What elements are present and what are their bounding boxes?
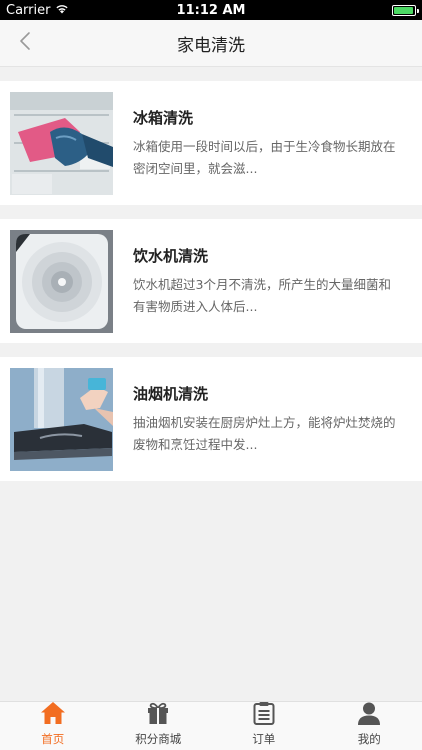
nav-bar: 家电清洗 [0,20,422,67]
gift-icon [146,701,170,729]
list-item[interactable]: 油烟机清洗 抽油烟机安装在厨房炉灶上方，能将炉灶焚烧的废物和烹饪过程中发... [0,357,422,481]
range-hood-photo [10,367,113,471]
item-title: 油烟机清洗 [133,384,209,403]
card-text: 冰箱清洗 冰箱使用一段时间以后，由于生冷食物长期放在密闭空间里，就会滋... [133,107,412,180]
tab-orders[interactable]: 订单 [211,702,317,750]
tab-mine[interactable]: 我的 [317,702,422,750]
home-icon [40,701,66,729]
back-button[interactable] [10,28,40,58]
item-title: 饮水机清洗 [133,246,209,265]
card-text: 油烟机清洗 抽油烟机安装在厨房炉灶上方，能将炉灶焚烧的废物和烹饪过程中发... [133,383,412,456]
tab-label: 订单 [252,732,276,746]
chevron-left-icon [19,31,31,55]
water-dispenser-photo [10,229,113,333]
tab-label: 我的 [357,732,381,746]
status-left: Carrier [6,3,69,18]
list-item[interactable]: 冰箱清洗 冰箱使用一段时间以后，由于生冷食物长期放在密闭空间里，就会滋... [0,81,422,205]
card-text: 饮水机清洗 饮水机超过3个月不清洗，所产生的大量细菌和有害物质进入人体后... [133,245,412,318]
tab-label: 积分商城 [135,732,182,746]
list-item[interactable]: 饮水机清洗 饮水机超过3个月不清洗，所产生的大量细菌和有害物质进入人体后... [0,219,422,343]
wifi-icon [55,3,69,18]
refrigerator-cleaning-photo [10,91,113,195]
tab-bar: 首页 积分商城 订单 我的 [0,701,422,750]
service-list: 冰箱清洗 冰箱使用一段时间以后，由于生冷食物长期放在密闭空间里，就会滋... 饮… [0,81,422,495]
status-bar: Carrier 11:12 AM [0,0,422,20]
battery-fill [394,6,413,14]
item-description: 冰箱使用一段时间以后，由于生冷食物长期放在密闭空间里，就会滋... [133,138,396,176]
tab-home[interactable]: 首页 [0,702,106,750]
item-description: 抽油烟机安装在厨房炉灶上方，能将炉灶焚烧的废物和烹饪过程中发... [133,414,396,452]
clipboard-icon [253,701,275,729]
item-title: 冰箱清洗 [133,108,194,127]
tab-label: 首页 [41,732,65,746]
page-title: 家电清洗 [177,35,245,56]
item-description: 饮水机超过3个月不清洗，所产生的大量细菌和有害物质进入人体后... [133,276,391,314]
tab-points-mall[interactable]: 积分商城 [106,702,212,750]
carrier-label: Carrier [6,2,51,18]
user-icon [357,701,381,729]
battery-icon [392,4,419,16]
